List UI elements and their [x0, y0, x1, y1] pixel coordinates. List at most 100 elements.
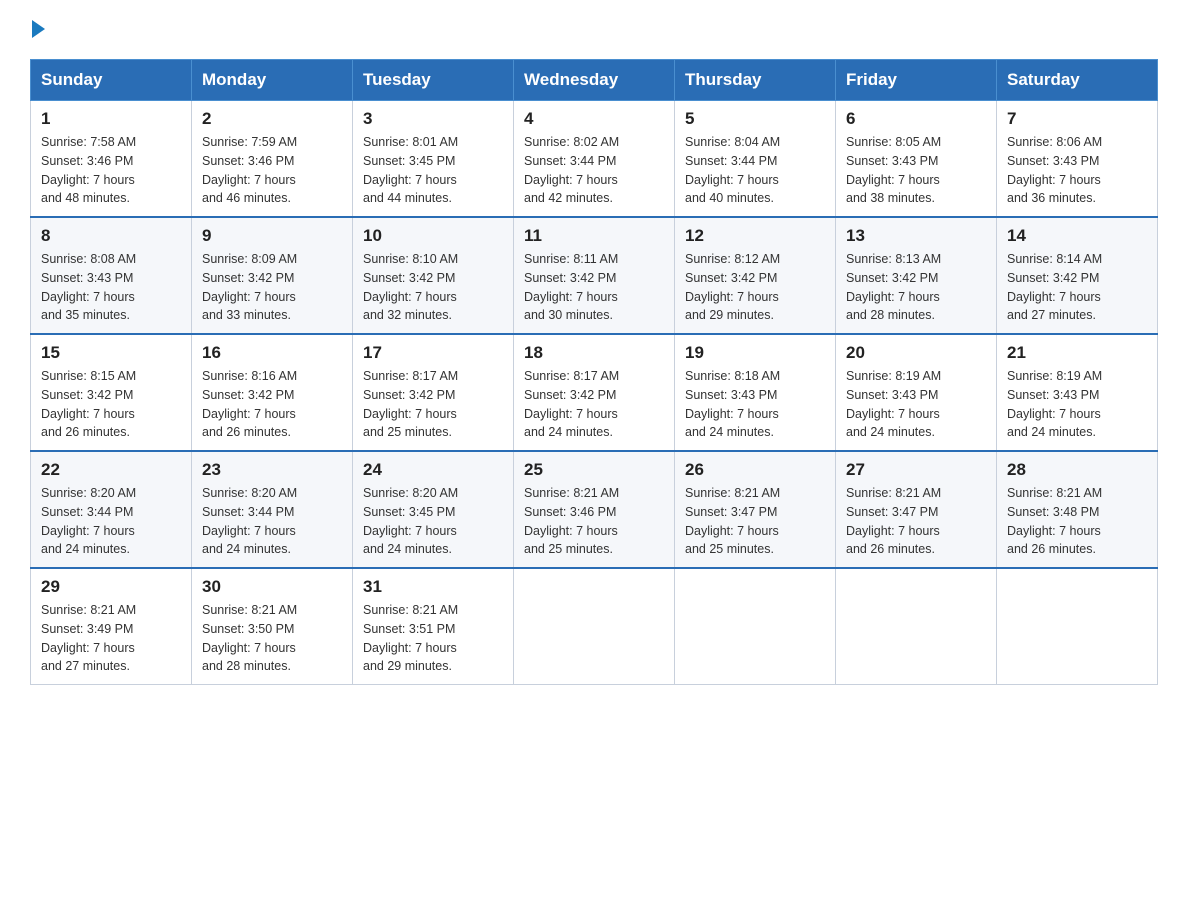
day-number: 13	[846, 226, 986, 246]
calendar-cell	[514, 568, 675, 685]
calendar-cell: 3 Sunrise: 8:01 AM Sunset: 3:45 PM Dayli…	[353, 101, 514, 218]
day-number: 22	[41, 460, 181, 480]
day-number: 1	[41, 109, 181, 129]
day-info: Sunrise: 8:02 AM Sunset: 3:44 PM Dayligh…	[524, 133, 664, 208]
day-number: 20	[846, 343, 986, 363]
day-number: 18	[524, 343, 664, 363]
calendar-cell: 5 Sunrise: 8:04 AM Sunset: 3:44 PM Dayli…	[675, 101, 836, 218]
day-info: Sunrise: 8:13 AM Sunset: 3:42 PM Dayligh…	[846, 250, 986, 325]
calendar-cell: 18 Sunrise: 8:17 AM Sunset: 3:42 PM Dayl…	[514, 334, 675, 451]
day-number: 6	[846, 109, 986, 129]
day-number: 17	[363, 343, 503, 363]
day-info: Sunrise: 8:18 AM Sunset: 3:43 PM Dayligh…	[685, 367, 825, 442]
day-number: 15	[41, 343, 181, 363]
day-info: Sunrise: 8:21 AM Sunset: 3:46 PM Dayligh…	[524, 484, 664, 559]
calendar-cell	[675, 568, 836, 685]
calendar-cell: 14 Sunrise: 8:14 AM Sunset: 3:42 PM Dayl…	[997, 217, 1158, 334]
calendar-cell: 13 Sunrise: 8:13 AM Sunset: 3:42 PM Dayl…	[836, 217, 997, 334]
day-info: Sunrise: 8:01 AM Sunset: 3:45 PM Dayligh…	[363, 133, 503, 208]
day-number: 12	[685, 226, 825, 246]
day-info: Sunrise: 8:08 AM Sunset: 3:43 PM Dayligh…	[41, 250, 181, 325]
day-header-thursday: Thursday	[675, 60, 836, 101]
calendar-cell: 15 Sunrise: 8:15 AM Sunset: 3:42 PM Dayl…	[31, 334, 192, 451]
day-info: Sunrise: 8:10 AM Sunset: 3:42 PM Dayligh…	[363, 250, 503, 325]
day-info: Sunrise: 8:21 AM Sunset: 3:50 PM Dayligh…	[202, 601, 342, 676]
day-info: Sunrise: 8:17 AM Sunset: 3:42 PM Dayligh…	[524, 367, 664, 442]
calendar-cell: 22 Sunrise: 8:20 AM Sunset: 3:44 PM Dayl…	[31, 451, 192, 568]
day-number: 5	[685, 109, 825, 129]
calendar-cell: 20 Sunrise: 8:19 AM Sunset: 3:43 PM Dayl…	[836, 334, 997, 451]
calendar-cell: 17 Sunrise: 8:17 AM Sunset: 3:42 PM Dayl…	[353, 334, 514, 451]
day-info: Sunrise: 8:06 AM Sunset: 3:43 PM Dayligh…	[1007, 133, 1147, 208]
day-number: 16	[202, 343, 342, 363]
calendar-week-row: 22 Sunrise: 8:20 AM Sunset: 3:44 PM Dayl…	[31, 451, 1158, 568]
day-number: 4	[524, 109, 664, 129]
day-number: 26	[685, 460, 825, 480]
day-number: 2	[202, 109, 342, 129]
day-number: 31	[363, 577, 503, 597]
day-info: Sunrise: 8:21 AM Sunset: 3:47 PM Dayligh…	[846, 484, 986, 559]
day-number: 28	[1007, 460, 1147, 480]
day-info: Sunrise: 8:19 AM Sunset: 3:43 PM Dayligh…	[846, 367, 986, 442]
calendar-cell: 4 Sunrise: 8:02 AM Sunset: 3:44 PM Dayli…	[514, 101, 675, 218]
day-info: Sunrise: 8:15 AM Sunset: 3:42 PM Dayligh…	[41, 367, 181, 442]
calendar-cell: 7 Sunrise: 8:06 AM Sunset: 3:43 PM Dayli…	[997, 101, 1158, 218]
day-number: 11	[524, 226, 664, 246]
calendar-cell: 2 Sunrise: 7:59 AM Sunset: 3:46 PM Dayli…	[192, 101, 353, 218]
calendar-cell: 1 Sunrise: 7:58 AM Sunset: 3:46 PM Dayli…	[31, 101, 192, 218]
day-info: Sunrise: 8:17 AM Sunset: 3:42 PM Dayligh…	[363, 367, 503, 442]
calendar-week-row: 29 Sunrise: 8:21 AM Sunset: 3:49 PM Dayl…	[31, 568, 1158, 685]
calendar-cell: 28 Sunrise: 8:21 AM Sunset: 3:48 PM Dayl…	[997, 451, 1158, 568]
calendar-cell	[836, 568, 997, 685]
day-number: 30	[202, 577, 342, 597]
day-number: 14	[1007, 226, 1147, 246]
day-info: Sunrise: 8:20 AM Sunset: 3:44 PM Dayligh…	[41, 484, 181, 559]
day-info: Sunrise: 7:59 AM Sunset: 3:46 PM Dayligh…	[202, 133, 342, 208]
calendar-cell: 31 Sunrise: 8:21 AM Sunset: 3:51 PM Dayl…	[353, 568, 514, 685]
day-number: 3	[363, 109, 503, 129]
day-header-tuesday: Tuesday	[353, 60, 514, 101]
calendar-cell: 27 Sunrise: 8:21 AM Sunset: 3:47 PM Dayl…	[836, 451, 997, 568]
day-header-sunday: Sunday	[31, 60, 192, 101]
day-number: 27	[846, 460, 986, 480]
day-number: 10	[363, 226, 503, 246]
calendar-cell: 24 Sunrise: 8:20 AM Sunset: 3:45 PM Dayl…	[353, 451, 514, 568]
day-header-monday: Monday	[192, 60, 353, 101]
day-info: Sunrise: 8:16 AM Sunset: 3:42 PM Dayligh…	[202, 367, 342, 442]
day-info: Sunrise: 8:12 AM Sunset: 3:42 PM Dayligh…	[685, 250, 825, 325]
calendar-header-row: SundayMondayTuesdayWednesdayThursdayFrid…	[31, 60, 1158, 101]
day-info: Sunrise: 8:20 AM Sunset: 3:44 PM Dayligh…	[202, 484, 342, 559]
day-number: 9	[202, 226, 342, 246]
day-info: Sunrise: 8:04 AM Sunset: 3:44 PM Dayligh…	[685, 133, 825, 208]
day-number: 29	[41, 577, 181, 597]
day-header-friday: Friday	[836, 60, 997, 101]
calendar-cell	[997, 568, 1158, 685]
day-number: 24	[363, 460, 503, 480]
calendar-table: SundayMondayTuesdayWednesdayThursdayFrid…	[30, 59, 1158, 685]
day-info: Sunrise: 8:11 AM Sunset: 3:42 PM Dayligh…	[524, 250, 664, 325]
day-info: Sunrise: 8:09 AM Sunset: 3:42 PM Dayligh…	[202, 250, 342, 325]
logo[interactable]	[30, 20, 45, 39]
day-info: Sunrise: 8:21 AM Sunset: 3:49 PM Dayligh…	[41, 601, 181, 676]
day-info: Sunrise: 8:05 AM Sunset: 3:43 PM Dayligh…	[846, 133, 986, 208]
calendar-cell: 9 Sunrise: 8:09 AM Sunset: 3:42 PM Dayli…	[192, 217, 353, 334]
calendar-cell: 10 Sunrise: 8:10 AM Sunset: 3:42 PM Dayl…	[353, 217, 514, 334]
day-info: Sunrise: 8:19 AM Sunset: 3:43 PM Dayligh…	[1007, 367, 1147, 442]
calendar-week-row: 15 Sunrise: 8:15 AM Sunset: 3:42 PM Dayl…	[31, 334, 1158, 451]
day-info: Sunrise: 8:14 AM Sunset: 3:42 PM Dayligh…	[1007, 250, 1147, 325]
calendar-cell: 25 Sunrise: 8:21 AM Sunset: 3:46 PM Dayl…	[514, 451, 675, 568]
day-info: Sunrise: 7:58 AM Sunset: 3:46 PM Dayligh…	[41, 133, 181, 208]
calendar-cell: 11 Sunrise: 8:11 AM Sunset: 3:42 PM Dayl…	[514, 217, 675, 334]
calendar-cell: 30 Sunrise: 8:21 AM Sunset: 3:50 PM Dayl…	[192, 568, 353, 685]
calendar-cell: 29 Sunrise: 8:21 AM Sunset: 3:49 PM Dayl…	[31, 568, 192, 685]
calendar-cell: 26 Sunrise: 8:21 AM Sunset: 3:47 PM Dayl…	[675, 451, 836, 568]
calendar-cell: 6 Sunrise: 8:05 AM Sunset: 3:43 PM Dayli…	[836, 101, 997, 218]
calendar-cell: 23 Sunrise: 8:20 AM Sunset: 3:44 PM Dayl…	[192, 451, 353, 568]
logo-arrow-icon	[32, 20, 45, 38]
day-number: 7	[1007, 109, 1147, 129]
calendar-cell: 16 Sunrise: 8:16 AM Sunset: 3:42 PM Dayl…	[192, 334, 353, 451]
day-info: Sunrise: 8:21 AM Sunset: 3:48 PM Dayligh…	[1007, 484, 1147, 559]
day-info: Sunrise: 8:21 AM Sunset: 3:47 PM Dayligh…	[685, 484, 825, 559]
calendar-cell: 21 Sunrise: 8:19 AM Sunset: 3:43 PM Dayl…	[997, 334, 1158, 451]
page-header	[30, 20, 1158, 39]
